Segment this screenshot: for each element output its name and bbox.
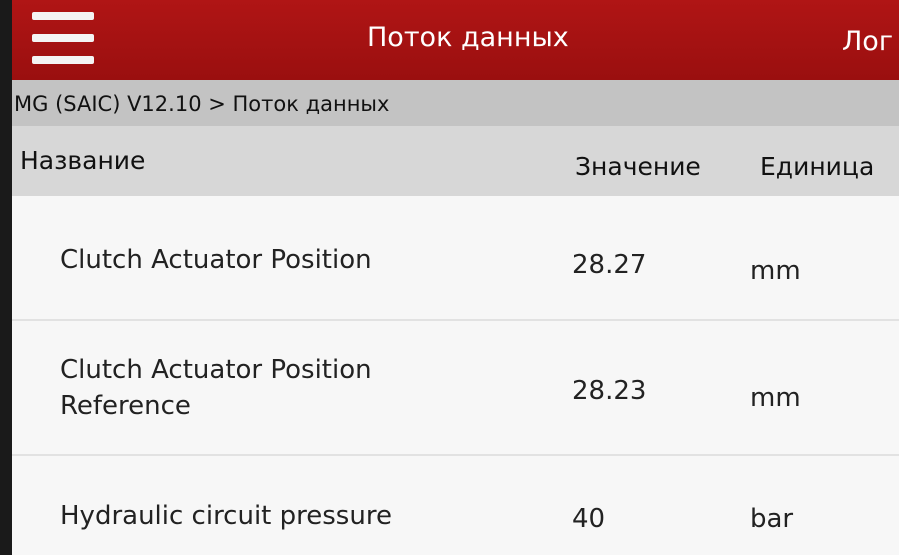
parameter-name: Hydraulic circuit pressure — [60, 501, 392, 531]
title-bar: Поток данных Лог — [12, 0, 899, 80]
parameter-name: Clutch Actuator Position Reference — [60, 355, 372, 421]
app-screen: Поток данных Лог MG (SAIC) V12.10 > Пото… — [12, 0, 899, 555]
parameter-unit: bar — [750, 504, 794, 534]
column-header-name: Название — [20, 146, 146, 175]
page-title: Поток данных — [367, 22, 569, 53]
parameter-unit: mm — [750, 383, 801, 413]
breadcrumb: MG (SAIC) V12.10 > Поток данных — [12, 80, 899, 126]
column-header-value: Значение — [575, 152, 701, 181]
hamburger-menu-icon[interactable] — [32, 12, 94, 64]
table-header: Название Значение Единица — [12, 126, 899, 196]
parameter-unit: mm — [750, 256, 801, 286]
log-button[interactable]: Лог — [842, 26, 893, 57]
parameter-value: 40 — [572, 504, 606, 534]
table-row[interactable]: Clutch Actuator Position Reference 28.23… — [12, 321, 899, 456]
column-header-unit: Единица — [760, 152, 875, 181]
table-row[interactable]: Clutch Actuator Position 28.27 mm — [12, 196, 899, 321]
parameter-value: 28.27 — [572, 250, 647, 280]
parameter-value: 28.23 — [572, 376, 647, 406]
parameter-name: Clutch Actuator Position — [60, 245, 372, 275]
data-stream-list: Clutch Actuator Position 28.27 mm Clutch… — [12, 196, 899, 555]
table-row[interactable]: Hydraulic circuit pressure 40 bar — [12, 456, 899, 555]
